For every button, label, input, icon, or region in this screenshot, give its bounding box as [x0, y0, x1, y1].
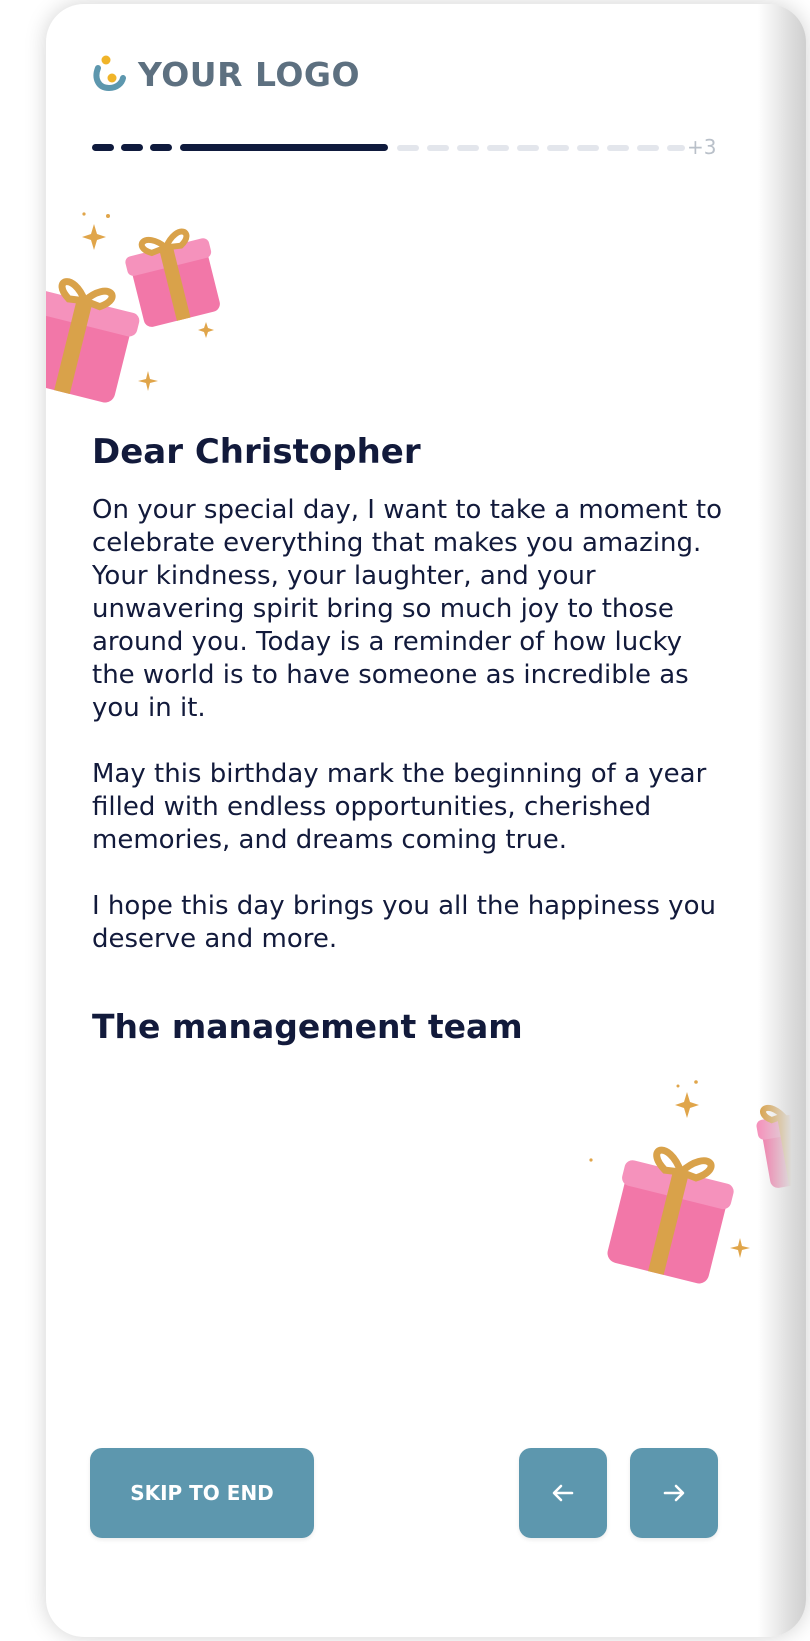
progress-step-done — [150, 144, 172, 151]
progress-step-todo — [607, 145, 629, 151]
progress-step-done — [121, 144, 143, 151]
gift-box-small — [125, 228, 220, 327]
gift-box-large — [607, 1146, 734, 1284]
skip-to-end-button[interactable]: SKIP TO END — [90, 1448, 314, 1538]
greeting-heading: Dear Christopher — [92, 432, 421, 472]
birthday-card: YOUR LOGO +3 Dear Christopher On your sp… — [46, 4, 806, 1637]
progress-step-current — [180, 144, 388, 151]
progress-bar — [92, 144, 732, 152]
letter-paragraph: I hope this day brings you all the happi… — [92, 891, 716, 954]
letter-paragraph: May this birthday mark the beginning of … — [92, 759, 707, 855]
progress-step-todo — [457, 145, 479, 151]
progress-step-todo — [517, 145, 539, 151]
progress-step-todo — [427, 145, 449, 151]
progress-step-todo — [397, 145, 419, 151]
next-button[interactable] — [630, 1448, 718, 1538]
logo: YOUR LOGO — [92, 54, 360, 94]
progress-step-todo — [487, 145, 509, 151]
letter-paragraph: On your special day, I want to take a mo… — [92, 495, 723, 723]
progress-step-todo — [637, 145, 659, 151]
gift-box-large — [46, 278, 140, 403]
previous-button[interactable] — [519, 1448, 607, 1538]
logo-mark-icon — [93, 55, 126, 92]
progress-more-count: +3 — [687, 135, 717, 159]
arrow-left-icon — [552, 1484, 574, 1502]
progress-step-todo — [667, 145, 685, 151]
gift-boxes-illustration — [46, 212, 220, 403]
progress-step-done — [92, 144, 114, 151]
signoff: The management team — [92, 1007, 523, 1046]
arrow-right-icon — [663, 1484, 685, 1502]
logo-text: YOUR LOGO — [138, 54, 361, 94]
progress-step-todo — [547, 145, 569, 151]
letter-body: On your special day, I want to take a mo… — [92, 494, 732, 956]
progress-step-todo — [577, 145, 599, 151]
edge-shadow — [758, 4, 806, 1637]
